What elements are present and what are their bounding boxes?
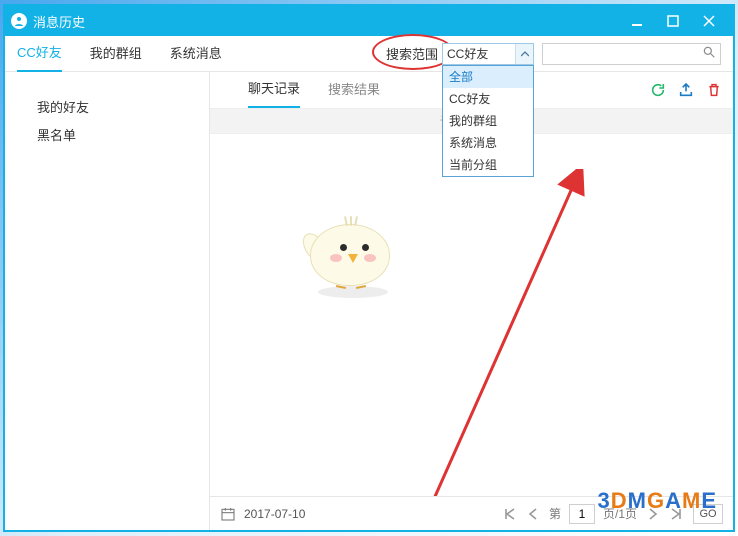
title-bar: 消息历史	[5, 6, 733, 36]
page-number-input[interactable]	[569, 504, 595, 524]
subtab-search-results[interactable]: 搜索结果	[328, 73, 380, 107]
tab-my-groups[interactable]: 我的群组	[90, 37, 142, 71]
maximize-button[interactable]	[655, 7, 691, 35]
search-input[interactable]	[547, 47, 702, 61]
footer-date: 2017-07-10	[244, 507, 305, 521]
search-scope-label: 搜索范围	[386, 44, 438, 63]
body: 我的好友 黑名单 聊天记录 搜索结果 请选择	[5, 72, 733, 530]
search-box	[542, 43, 721, 65]
page-first-button[interactable]	[499, 504, 519, 524]
chevron-up-icon	[515, 44, 533, 64]
delete-icon[interactable]	[703, 79, 725, 101]
tab-system-messages[interactable]: 系统消息	[170, 37, 222, 71]
search-scope-dropdown: 全部 CC好友 我的群组 系统消息 当前分组	[442, 65, 534, 177]
scope-option-all[interactable]: 全部	[443, 66, 533, 88]
search-scope-value: CC好友	[447, 45, 488, 62]
page-prefix: 第	[549, 505, 561, 522]
app-window: 消息历史 CC好友 我的群组 系统消息 搜索范围 CC好友 全部 CC好友 我的…	[3, 4, 735, 532]
calendar-icon[interactable]	[220, 506, 236, 522]
search-icon[interactable]	[702, 45, 716, 62]
sidebar-item-my-friends[interactable]: 我的好友	[5, 94, 209, 122]
search-scope-select[interactable]: CC好友 全部 CC好友 我的群组 系统消息 当前分组	[442, 43, 534, 65]
scope-option-system[interactable]: 系统消息	[443, 132, 533, 154]
footer-bar: 2017-07-10 第 页/1页 GO	[210, 496, 733, 530]
tab-cc-friends[interactable]: CC好友	[17, 36, 62, 72]
scope-option-groups[interactable]: 我的群组	[443, 110, 533, 132]
sidebar: 我的好友 黑名单	[5, 72, 210, 530]
scope-option-friends[interactable]: CC好友	[443, 88, 533, 110]
scope-option-current[interactable]: 当前分组	[443, 154, 533, 176]
window-title: 消息历史	[33, 12, 85, 31]
app-icon	[11, 13, 27, 29]
minimize-button[interactable]	[619, 7, 655, 35]
content-canvas	[210, 134, 733, 496]
page-next-button[interactable]	[643, 504, 663, 524]
subtab-chat-log[interactable]: 聊天记录	[248, 72, 300, 108]
page-suffix: 页/1页	[603, 505, 637, 522]
page-prev-button[interactable]	[523, 504, 543, 524]
close-button[interactable]	[691, 7, 727, 35]
top-bar: CC好友 我的群组 系统消息 搜索范围 CC好友 全部 CC好友 我的群组 系统…	[5, 36, 733, 72]
refresh-icon[interactable]	[647, 79, 669, 101]
page-go-button[interactable]: GO	[693, 504, 723, 524]
sidebar-item-blacklist[interactable]: 黑名单	[5, 122, 209, 150]
annotation-arrow	[405, 169, 595, 496]
page-last-button[interactable]	[667, 504, 687, 524]
export-icon[interactable]	[675, 79, 697, 101]
